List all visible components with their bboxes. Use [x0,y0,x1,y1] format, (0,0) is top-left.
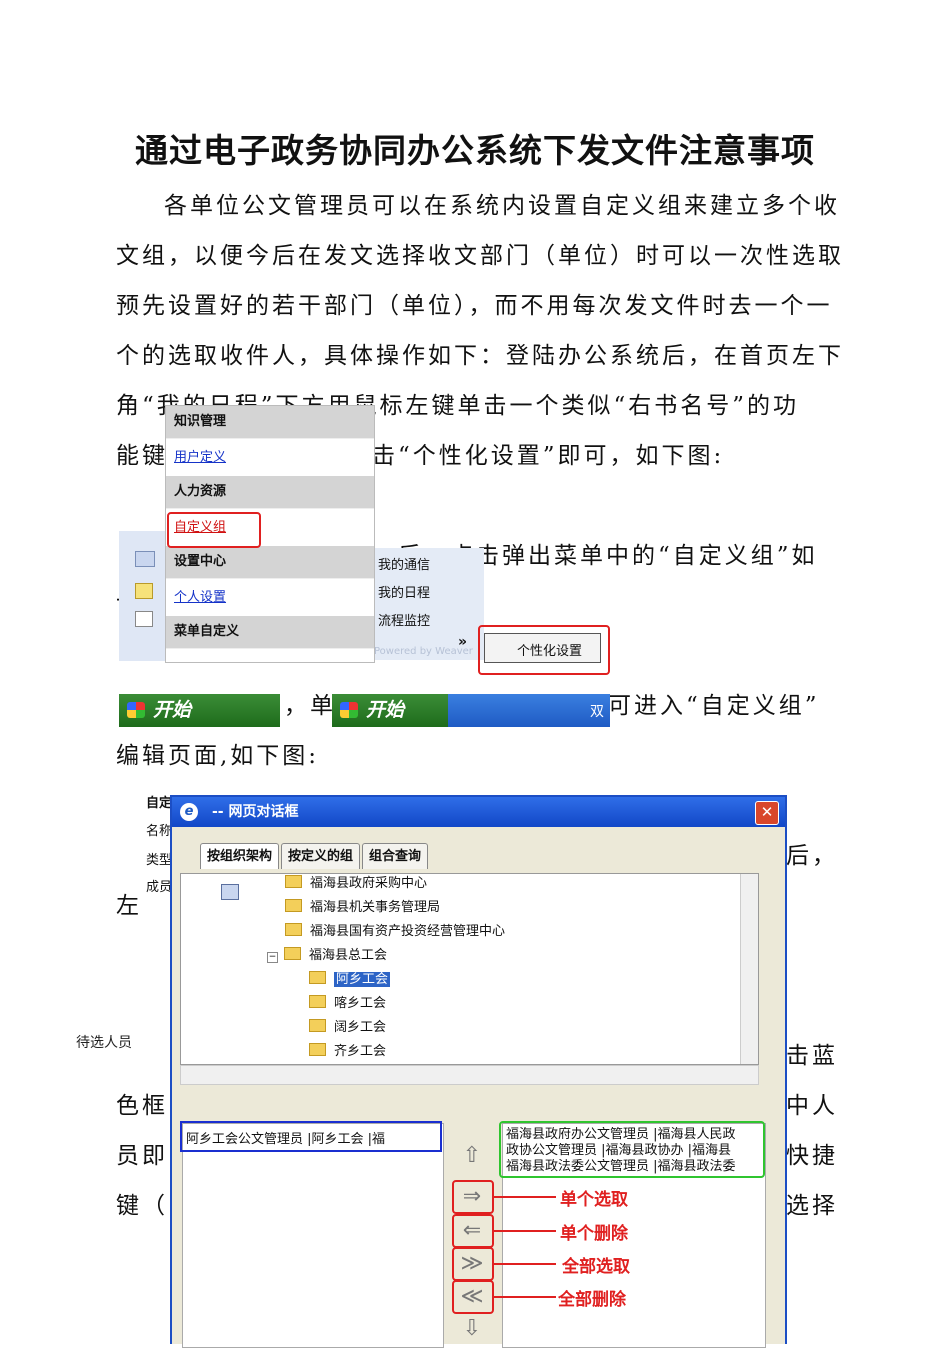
pointer-line [494,1230,556,1232]
tree-node[interactable]: 齐乡工会 [309,1040,386,1059]
body-line-4: 个的选取收件人，具体操作如下：登陆办公系统后，在首页左下 [116,343,844,369]
tab-combined-query[interactable]: 组合查询 [362,843,429,869]
menu-head-hr: 人力资源 [166,476,374,509]
tree-scrollbar[interactable] [740,874,758,1064]
windows-logo-icon [127,702,145,718]
folder-icon [309,1019,326,1032]
mail-icon [135,551,155,567]
document-title: 通过电子政务协同办公系统下发文件注意事项 [135,131,815,170]
label-select-all: 全部选取 [562,1257,630,1277]
folder-icon [285,923,302,936]
menu-head-menu-custom: 菜单自定义 [166,616,374,649]
folder-icon [309,971,326,984]
start-button-left[interactable]: 开始 [119,694,280,727]
windows-logo-icon [340,702,358,718]
pointer-line [494,1196,556,1198]
edit-page-line: 编辑页面,如下图: [116,743,320,769]
dialog-titlebar: e -- 网页对话框 ✕ [172,797,785,827]
powered-by-text: Powered by Weaver [374,646,473,657]
form-label-members: 成员 [146,880,173,895]
form-label-type: 类型 [146,853,173,868]
org-tree-icon [221,884,239,900]
taskbar-right: 开始 双 [332,694,610,727]
folder-icon [285,875,302,888]
sidebar-icon-strip [119,531,167,661]
body-line-2: 文组，以便今后在发文选择收文部门（单位）时可以一次性选取 [116,243,844,269]
pending-members-label: 待选人员 [76,1035,132,1051]
pointer-line [494,1263,556,1265]
after-bar-right: 可进入“自定义组” [608,693,820,719]
text-person: 中人 [786,1093,838,1119]
text-left-zuo: 左 [116,893,142,919]
start-button-right[interactable]: 开始 [332,694,462,727]
tree-node[interactable]: − 福海县总工会 [267,944,387,963]
ie-icon: e [180,803,198,821]
tab-by-group[interactable]: 按定义的组 [281,843,361,869]
remove-one-highlight [452,1214,494,1248]
text-color-box: 色框 [116,1093,168,1119]
close-button[interactable]: ✕ [755,801,779,825]
text-select: 选择 [786,1193,838,1219]
text-click-blue: 击蓝 [786,1043,838,1069]
collapse-icon[interactable]: − [267,952,278,963]
tree-node[interactable]: 福海县机关事务管理局 [285,896,440,915]
tree-node[interactable]: 阔乡工会 [309,1016,386,1035]
pointer-line [494,1296,556,1298]
taskbar-left: 开始 [119,694,280,727]
tree-node[interactable]: 喀乡工会 [309,992,386,1011]
tree-node-selected[interactable]: 阿乡工会 [309,968,391,987]
select-all-highlight [452,1247,494,1281]
document-icon [135,611,153,627]
text-right-hou: 后， [786,843,838,869]
dialog-title: -- 网页对话框 [212,804,299,820]
tray-window-text: 双 [590,704,604,720]
menu-head-knowledge: 知识管理 [166,406,374,439]
select-one-highlight [452,1180,494,1214]
text-member: 员即 [116,1143,168,1169]
body-line-6-tail: 击“个性化设置”即可，如下图: [372,443,725,469]
side-menu-item-schedule[interactable]: 我的日程 [378,582,430,601]
dialog-tabs: 按组织架构 按定义的组 组合查询 [200,843,430,869]
tree-node[interactable]: 福海县政府采购中心 [285,874,427,891]
move-up-button[interactable]: ⇧ [454,1141,490,1171]
tree-hscrollbar[interactable] [180,1065,759,1085]
menu-head-settings: 设置中心 [166,546,374,579]
remove-all-highlight [452,1280,494,1314]
form-label-name: 名称 [146,824,173,839]
personalize-highlight [478,625,610,675]
body-line-1: 各单位公文管理员可以在系统内设置自定义组来建立多个收 [164,193,840,219]
folder-icon [284,947,301,960]
custom-group-highlight [167,512,261,548]
selected-list-row[interactable]: 福海县政法委公文管理员 |福海县政法委 [506,1159,762,1175]
org-tree: 福海县政府采购中心 福海县机关事务管理局 福海县国有资产投资经营管理中心 − 福海… [180,873,759,1065]
folder-icon [309,995,326,1008]
tab-by-org[interactable]: 按组织架构 [200,843,280,869]
tree-node[interactable]: 福海县国有资产投资经营管理中心 [285,920,505,939]
side-menu-panel: 我的通信 我的日程 流程监控 » Powered by Weaver [372,548,484,660]
selected-list-row[interactable]: 福海县政府办公文管理员 |福海县人民政 [506,1127,762,1143]
menu-link-user-define[interactable]: 用户定义 [166,439,374,476]
label-select-one: 单个选取 [560,1190,628,1210]
label-remove-one: 单个删除 [560,1224,628,1244]
move-down-button[interactable]: ⇩ [454,1314,490,1344]
label-remove-all: 全部删除 [558,1290,626,1310]
body-line-6: 能键 [116,443,168,469]
menu-link-personal-settings[interactable]: 个人设置 [166,579,374,616]
folder-icon [309,1043,326,1056]
web-dialog: e -- 网页对话框 ✕ 按组织架构 按定义的组 组合查询 福海县政府采购中心 … [170,795,787,1348]
quick-launch-tray: 双 [448,694,610,727]
check-icon [135,583,153,599]
candidate-list[interactable] [182,1123,444,1348]
folder-icon [285,899,302,912]
side-menu-item-mail[interactable]: 我的通信 [378,554,430,573]
body-line-3: 预先设置好的若干部门（单位），而不用每次发文件时去一个一 [116,293,833,319]
candidate-list-row[interactable]: 阿乡工会公文管理员 |阿乡工会 |福 [186,1128,440,1146]
text-key: 键（ [116,1193,168,1219]
side-menu-item-monitor[interactable]: 流程监控 [378,610,430,629]
text-shortcut: 快捷 [786,1143,838,1169]
selected-list-row[interactable]: 政协公文管理员 |福海县政协办 |福海县 [506,1143,762,1159]
